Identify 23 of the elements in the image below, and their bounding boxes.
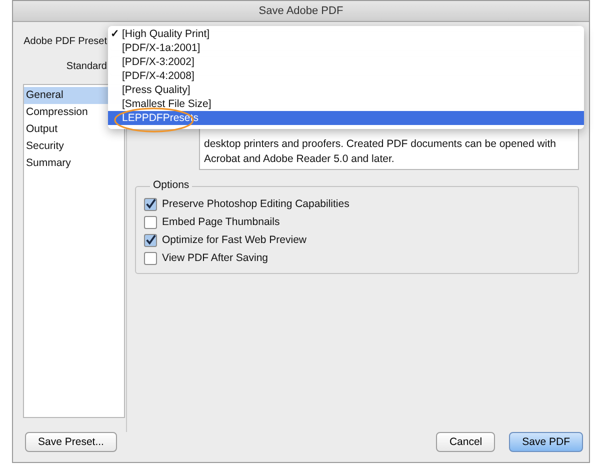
menu-item[interactable]: [PDF/X-1a:2001] [108,41,584,55]
checkbox[interactable] [144,234,157,246]
checkbox-label: Optimize for Fast Web Preview [162,234,307,246]
checkbox-label: View PDF After Saving [162,252,268,264]
checkbox-label: Embed Page Thumbnails [162,216,280,228]
sidebar-item[interactable]: Summary [24,155,124,172]
dialog-button[interactable]: Cancel [436,432,496,452]
check-mark: ✓ [110,27,120,41]
window-title: Save Adobe PDF [13,1,589,22]
checkbox[interactable] [144,216,157,228]
field-label: Adobe PDF Preset [23,36,108,46]
checkbox[interactable] [144,252,157,264]
dialog-button[interactable]: Save PDF [509,432,583,452]
checkbox-label: Preserve Photoshop Editing Capabilities [162,198,350,210]
field-label: Standard [65,60,108,72]
sidebar-item[interactable]: Security [24,138,124,155]
menu-item[interactable]: ✓ [High Quality Print] [108,27,584,41]
menu-item[interactable]: [PDF/X-4:2008] [108,69,584,83]
menu-item[interactable]: [PDF/X-3:2002] [108,55,584,69]
checkbox[interactable] [144,198,157,210]
dialog-button[interactable]: Save Preset... [25,432,117,452]
group-title: Options [150,179,192,191]
description-text: desktop printers and proofers. Created PDF documents can be opened with Acrobat and Adobe Reader 5.0 and later. [204,137,557,167]
